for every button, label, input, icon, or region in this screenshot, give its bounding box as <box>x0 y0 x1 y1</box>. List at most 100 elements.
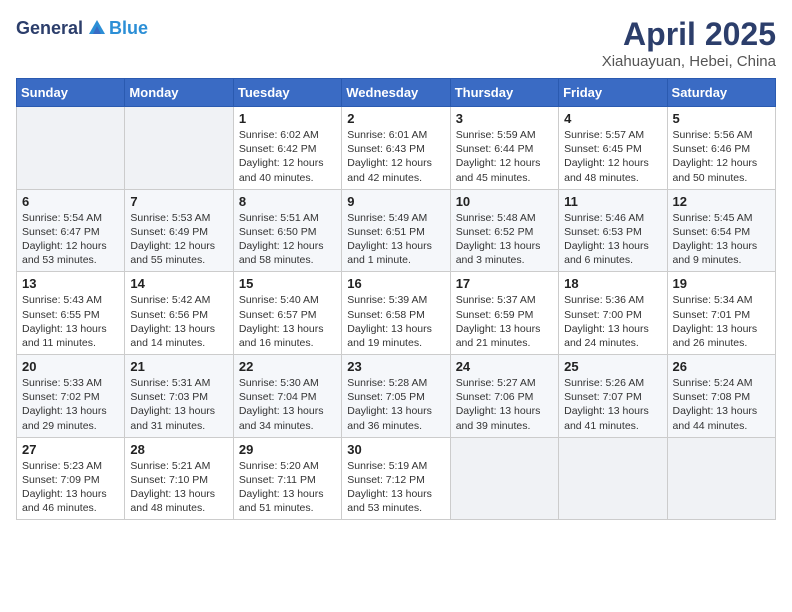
calendar-week-row: 27Sunrise: 5:23 AMSunset: 7:09 PMDayligh… <box>17 437 776 520</box>
weekday-header-tuesday: Tuesday <box>233 79 341 107</box>
day-number: 28 <box>130 442 227 457</box>
day-number: 29 <box>239 442 336 457</box>
weekday-header-sunday: Sunday <box>17 79 125 107</box>
calendar-cell <box>17 107 125 190</box>
logo-icon <box>85 16 109 40</box>
calendar-week-row: 13Sunrise: 5:43 AMSunset: 6:55 PMDayligh… <box>17 272 776 355</box>
day-number: 24 <box>456 359 553 374</box>
calendar-body: 1 Sunrise: 6:02 AMSunset: 6:42 PMDaylight… <box>17 107 776 520</box>
calendar-cell: 19 Sunrise: 5:34 AMSunset: 7:01 PMDayligh… <box>667 272 775 355</box>
calendar-cell: 3 Sunrise: 5:59 AMSunset: 6:44 PMDaylight… <box>450 107 558 190</box>
calendar-cell: 11 Sunrise: 5:46 AMSunset: 6:53 PMDayligh… <box>559 189 667 272</box>
month-title: April 2025 <box>602 16 776 53</box>
day-number: 20 <box>22 359 119 374</box>
calendar-cell: 4Sunrise: 5:57 AMSunset: 6:45 PMDaylight… <box>559 107 667 190</box>
day-info: Sunrise: 5:49 AMSunset: 6:51 PMDaylight:… <box>347 211 444 268</box>
calendar-cell: 28Sunrise: 5:21 AMSunset: 7:10 PMDayligh… <box>125 437 233 520</box>
day-info: Sunrise: 5:48 AMSunset: 6:52 PMDaylight:… <box>456 211 553 268</box>
day-info: Sunrise: 5:31 AMSunset: 7:03 PMDaylight:… <box>130 376 227 433</box>
calendar-week-row: 1 Sunrise: 6:02 AMSunset: 6:42 PMDaylight… <box>17 107 776 190</box>
calendar-cell: 17 Sunrise: 5:37 AMSunset: 6:59 PMDayligh… <box>450 272 558 355</box>
day-info: Sunrise: 5:45 AMSunset: 6:54 PMDaylight:… <box>673 211 770 268</box>
day-number: 8 <box>239 194 336 209</box>
page-header: General Blue April 2025 Xiahuayuan, Hebe… <box>16 16 776 70</box>
day-number: 13 <box>22 276 119 291</box>
day-info: Sunrise: 5:54 AMSunset: 6:47 PMDaylight:… <box>22 211 119 268</box>
day-number: 26 <box>673 359 770 374</box>
day-info: Sunrise: 5:30 AMSunset: 7:04 PMDaylight:… <box>239 376 336 433</box>
day-info: Sunrise: 5:26 AMSunset: 7:07 PMDaylight:… <box>564 376 661 433</box>
day-info: Sunrise: 5:27 AMSunset: 7:06 PMDaylight:… <box>456 376 553 433</box>
weekday-header-thursday: Thursday <box>450 79 558 107</box>
day-info: Sunrise: 5:56 AMSunset: 6:46 PMDaylight:… <box>673 128 770 185</box>
day-number: 23 <box>347 359 444 374</box>
day-number: 7 <box>130 194 227 209</box>
day-info: Sunrise: 5:34 AMSunset: 7:01 PMDaylight:… <box>673 293 770 350</box>
calendar-cell <box>125 107 233 190</box>
weekday-header-saturday: Saturday <box>667 79 775 107</box>
calendar-cell: 14Sunrise: 5:42 AMSunset: 6:56 PMDayligh… <box>125 272 233 355</box>
day-info: Sunrise: 5:40 AMSunset: 6:57 PMDaylight:… <box>239 293 336 350</box>
calendar-cell: 30 Sunrise: 5:19 AMSunset: 7:12 PMDayligh… <box>342 437 450 520</box>
day-number: 4 <box>564 111 661 126</box>
location-subtitle: Xiahuayuan, Hebei, China <box>602 53 776 70</box>
calendar-table: SundayMondayTuesdayWednesdayThursdayFrid… <box>16 78 776 520</box>
weekday-header-wednesday: Wednesday <box>342 79 450 107</box>
calendar-header: SundayMondayTuesdayWednesdayThursdayFrid… <box>17 79 776 107</box>
calendar-cell: 15 Sunrise: 5:40 AMSunset: 6:57 PMDayligh… <box>233 272 341 355</box>
calendar-cell: 21 Sunrise: 5:31 AMSunset: 7:03 PMDayligh… <box>125 355 233 438</box>
day-info: Sunrise: 5:59 AMSunset: 6:44 PMDaylight:… <box>456 128 553 185</box>
day-info: Sunrise: 5:24 AMSunset: 7:08 PMDaylight:… <box>673 376 770 433</box>
calendar-cell: 25 Sunrise: 5:26 AMSunset: 7:07 PMDayligh… <box>559 355 667 438</box>
calendar-cell: 6 Sunrise: 5:54 AMSunset: 6:47 PMDaylight… <box>17 189 125 272</box>
day-info: Sunrise: 6:02 AMSunset: 6:42 PMDaylight:… <box>239 128 336 185</box>
day-number: 25 <box>564 359 661 374</box>
logo: General Blue <box>16 16 148 40</box>
day-info: Sunrise: 5:42 AMSunset: 6:56 PMDaylight:… <box>130 293 227 350</box>
weekday-header-row: SundayMondayTuesdayWednesdayThursdayFrid… <box>17 79 776 107</box>
calendar-cell: 8 Sunrise: 5:51 AMSunset: 6:50 PMDaylight… <box>233 189 341 272</box>
calendar-week-row: 20 Sunrise: 5:33 AMSunset: 7:02 PMDayligh… <box>17 355 776 438</box>
calendar-cell: 18Sunrise: 5:36 AMSunset: 7:00 PMDayligh… <box>559 272 667 355</box>
day-number: 30 <box>347 442 444 457</box>
day-number: 21 <box>130 359 227 374</box>
calendar-cell: 22Sunrise: 5:30 AMSunset: 7:04 PMDayligh… <box>233 355 341 438</box>
day-info: Sunrise: 5:53 AMSunset: 6:49 PMDaylight:… <box>130 211 227 268</box>
day-info: Sunrise: 5:19 AMSunset: 7:12 PMDaylight:… <box>347 459 444 516</box>
calendar-cell: 7 Sunrise: 5:53 AMSunset: 6:49 PMDaylight… <box>125 189 233 272</box>
calendar-cell <box>559 437 667 520</box>
day-number: 19 <box>673 276 770 291</box>
day-info: Sunrise: 5:51 AMSunset: 6:50 PMDaylight:… <box>239 211 336 268</box>
day-info: Sunrise: 5:20 AMSunset: 7:11 PMDaylight:… <box>239 459 336 516</box>
day-info: Sunrise: 6:01 AMSunset: 6:43 PMDaylight:… <box>347 128 444 185</box>
logo-blue-text: Blue <box>109 18 148 39</box>
day-info: Sunrise: 5:28 AMSunset: 7:05 PMDaylight:… <box>347 376 444 433</box>
day-info: Sunrise: 5:37 AMSunset: 6:59 PMDaylight:… <box>456 293 553 350</box>
calendar-cell: 27Sunrise: 5:23 AMSunset: 7:09 PMDayligh… <box>17 437 125 520</box>
day-number: 11 <box>564 194 661 209</box>
day-number: 5 <box>673 111 770 126</box>
day-number: 9 <box>347 194 444 209</box>
day-number: 1 <box>239 111 336 126</box>
day-number: 15 <box>239 276 336 291</box>
day-info: Sunrise: 5:33 AMSunset: 7:02 PMDaylight:… <box>22 376 119 433</box>
calendar-cell: 23 Sunrise: 5:28 AMSunset: 7:05 PMDayligh… <box>342 355 450 438</box>
calendar-cell: 9 Sunrise: 5:49 AMSunset: 6:51 PMDaylight… <box>342 189 450 272</box>
calendar-cell: 24 Sunrise: 5:27 AMSunset: 7:06 PMDayligh… <box>450 355 558 438</box>
day-info: Sunrise: 5:23 AMSunset: 7:09 PMDaylight:… <box>22 459 119 516</box>
day-info: Sunrise: 5:39 AMSunset: 6:58 PMDaylight:… <box>347 293 444 350</box>
day-number: 10 <box>456 194 553 209</box>
weekday-header-monday: Monday <box>125 79 233 107</box>
calendar-cell: 12 Sunrise: 5:45 AMSunset: 6:54 PMDayligh… <box>667 189 775 272</box>
calendar-cell: 10 Sunrise: 5:48 AMSunset: 6:52 PMDayligh… <box>450 189 558 272</box>
title-block: April 2025 Xiahuayuan, Hebei, China <box>602 16 776 70</box>
day-number: 6 <box>22 194 119 209</box>
day-number: 17 <box>456 276 553 291</box>
day-number: 3 <box>456 111 553 126</box>
day-info: Sunrise: 5:46 AMSunset: 6:53 PMDaylight:… <box>564 211 661 268</box>
day-number: 2 <box>347 111 444 126</box>
calendar-cell: 20 Sunrise: 5:33 AMSunset: 7:02 PMDayligh… <box>17 355 125 438</box>
calendar-cell: 29 Sunrise: 5:20 AMSunset: 7:11 PMDayligh… <box>233 437 341 520</box>
calendar-cell <box>450 437 558 520</box>
day-number: 12 <box>673 194 770 209</box>
